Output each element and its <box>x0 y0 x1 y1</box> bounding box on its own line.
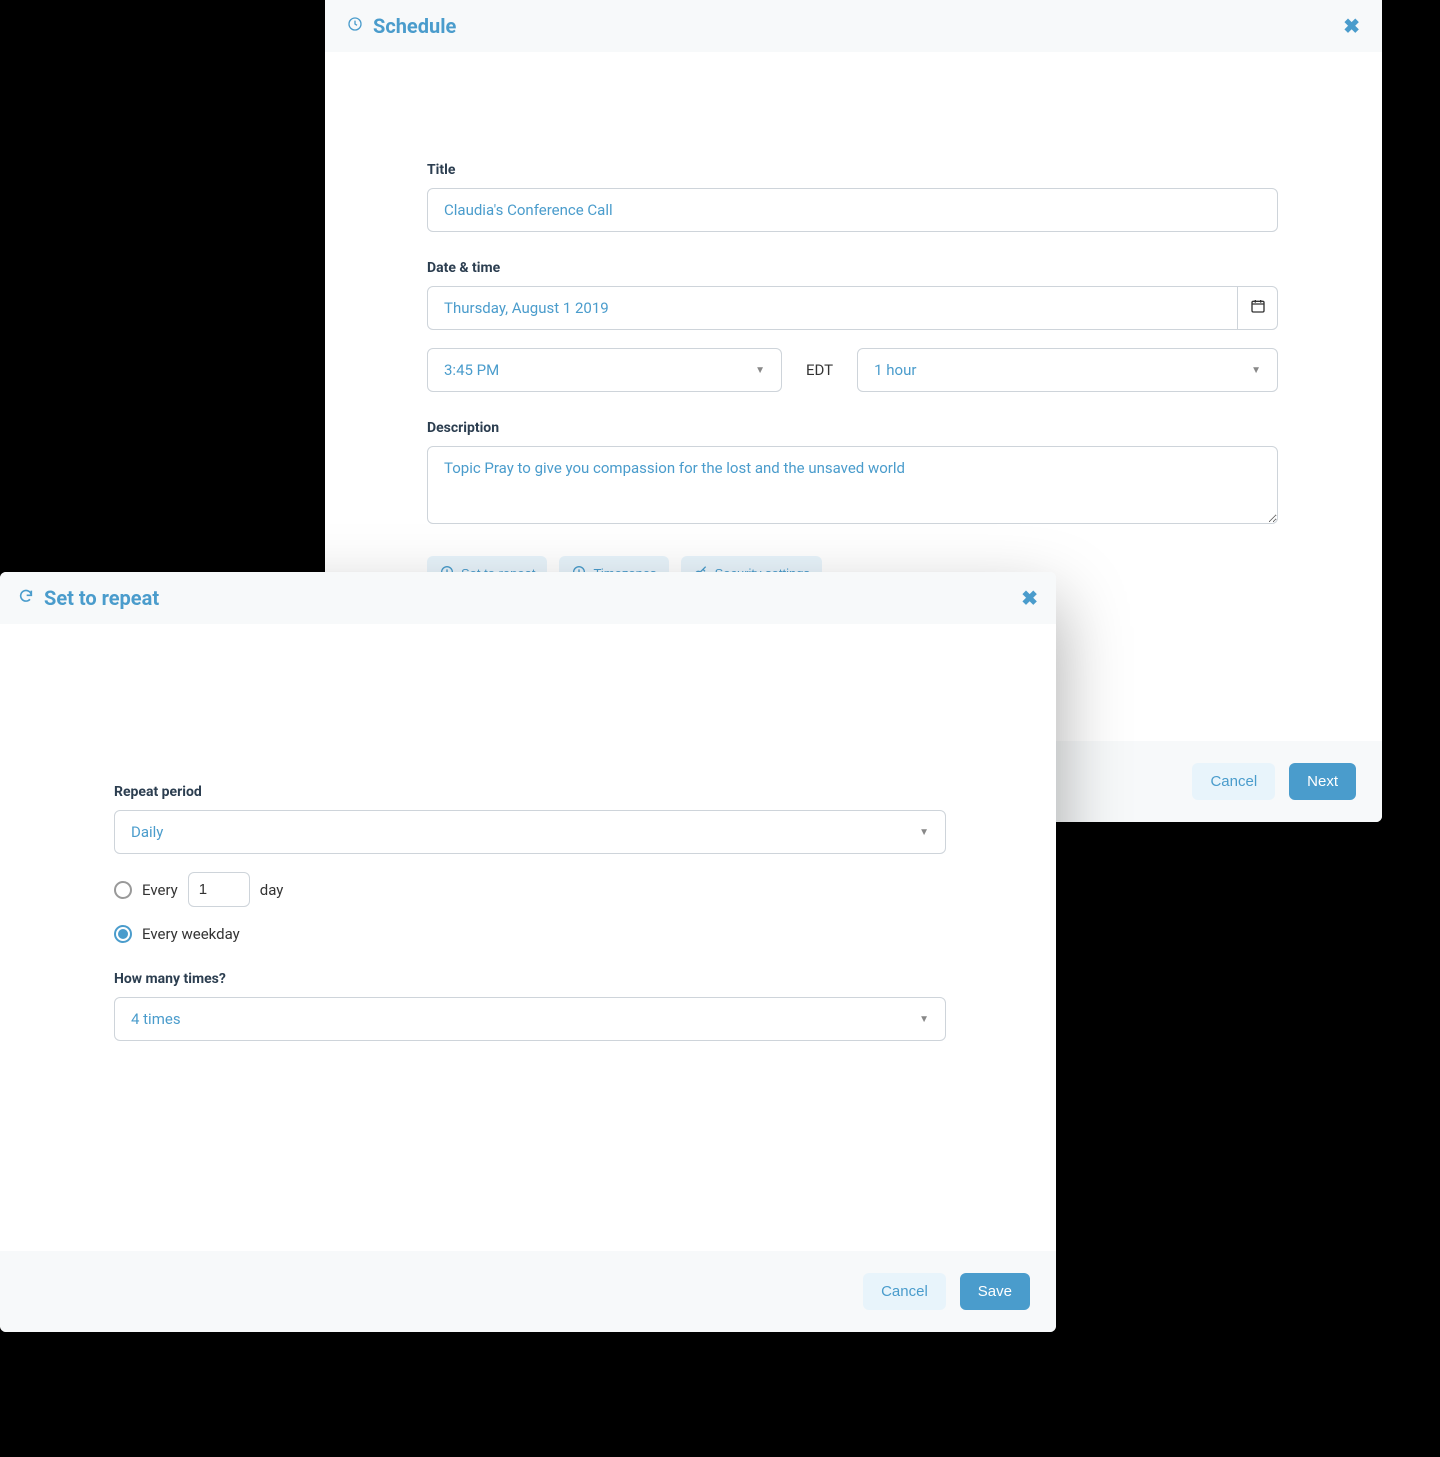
time-value: 3:45 PM <box>444 361 755 379</box>
calendar-icon <box>1250 298 1266 318</box>
close-icon[interactable]: ✖ <box>1343 16 1360 36</box>
repeat-times-value: 4 times <box>131 1010 919 1028</box>
description-label: Description <box>427 420 1278 436</box>
repeat-period-select[interactable]: Daily ▼ <box>114 810 946 854</box>
duration-select[interactable]: 1 hour ▼ <box>857 348 1278 392</box>
refresh-icon <box>18 588 34 608</box>
repeat-period-label: Repeat period <box>114 784 946 800</box>
repeat-period-value: Daily <box>131 823 919 841</box>
date-input[interactable] <box>427 286 1238 330</box>
repeat-modal: Set to repeat ✖ Repeat period Daily ▼ Ev… <box>0 572 1056 1332</box>
duration-value: 1 hour <box>874 361 1251 379</box>
every-weekday-label: Every weekday <box>142 925 240 943</box>
repeat-footer: Cancel Save <box>0 1251 1056 1332</box>
every-weekday-radio[interactable] <box>114 925 132 943</box>
cancel-button[interactable]: Cancel <box>1192 763 1275 800</box>
schedule-title: Schedule <box>373 14 456 38</box>
calendar-button[interactable] <box>1238 286 1278 330</box>
next-button[interactable]: Next <box>1289 763 1356 800</box>
caret-down-icon: ▼ <box>919 827 929 838</box>
time-select[interactable]: 3:45 PM ▼ <box>427 348 782 392</box>
repeat-times-select[interactable]: 4 times ▼ <box>114 997 946 1041</box>
how-many-times-label: How many times? <box>114 971 946 987</box>
every-unit-label: day <box>260 881 284 899</box>
timezone-label: EDT <box>800 361 839 379</box>
repeat-title: Set to repeat <box>44 586 159 610</box>
title-label: Title <box>427 162 1278 178</box>
caret-down-icon: ▼ <box>919 1014 929 1025</box>
every-label: Every <box>142 881 178 899</box>
cancel-button[interactable]: Cancel <box>863 1273 946 1310</box>
caret-down-icon: ▼ <box>1251 365 1261 376</box>
close-icon[interactable]: ✖ <box>1021 588 1038 608</box>
description-input[interactable] <box>427 446 1278 524</box>
datetime-label: Date & time <box>427 260 1278 276</box>
title-input[interactable] <box>427 188 1278 232</box>
every-n-radio[interactable] <box>114 881 132 899</box>
every-n-input[interactable] <box>188 872 250 907</box>
save-button[interactable]: Save <box>960 1273 1030 1310</box>
schedule-modal-header: Schedule ✖ <box>325 0 1382 52</box>
repeat-modal-header: Set to repeat ✖ <box>0 572 1056 624</box>
repeat-form: Repeat period Daily ▼ Every day Every we… <box>0 624 1056 1251</box>
caret-down-icon: ▼ <box>755 365 765 376</box>
clock-icon <box>347 16 363 36</box>
